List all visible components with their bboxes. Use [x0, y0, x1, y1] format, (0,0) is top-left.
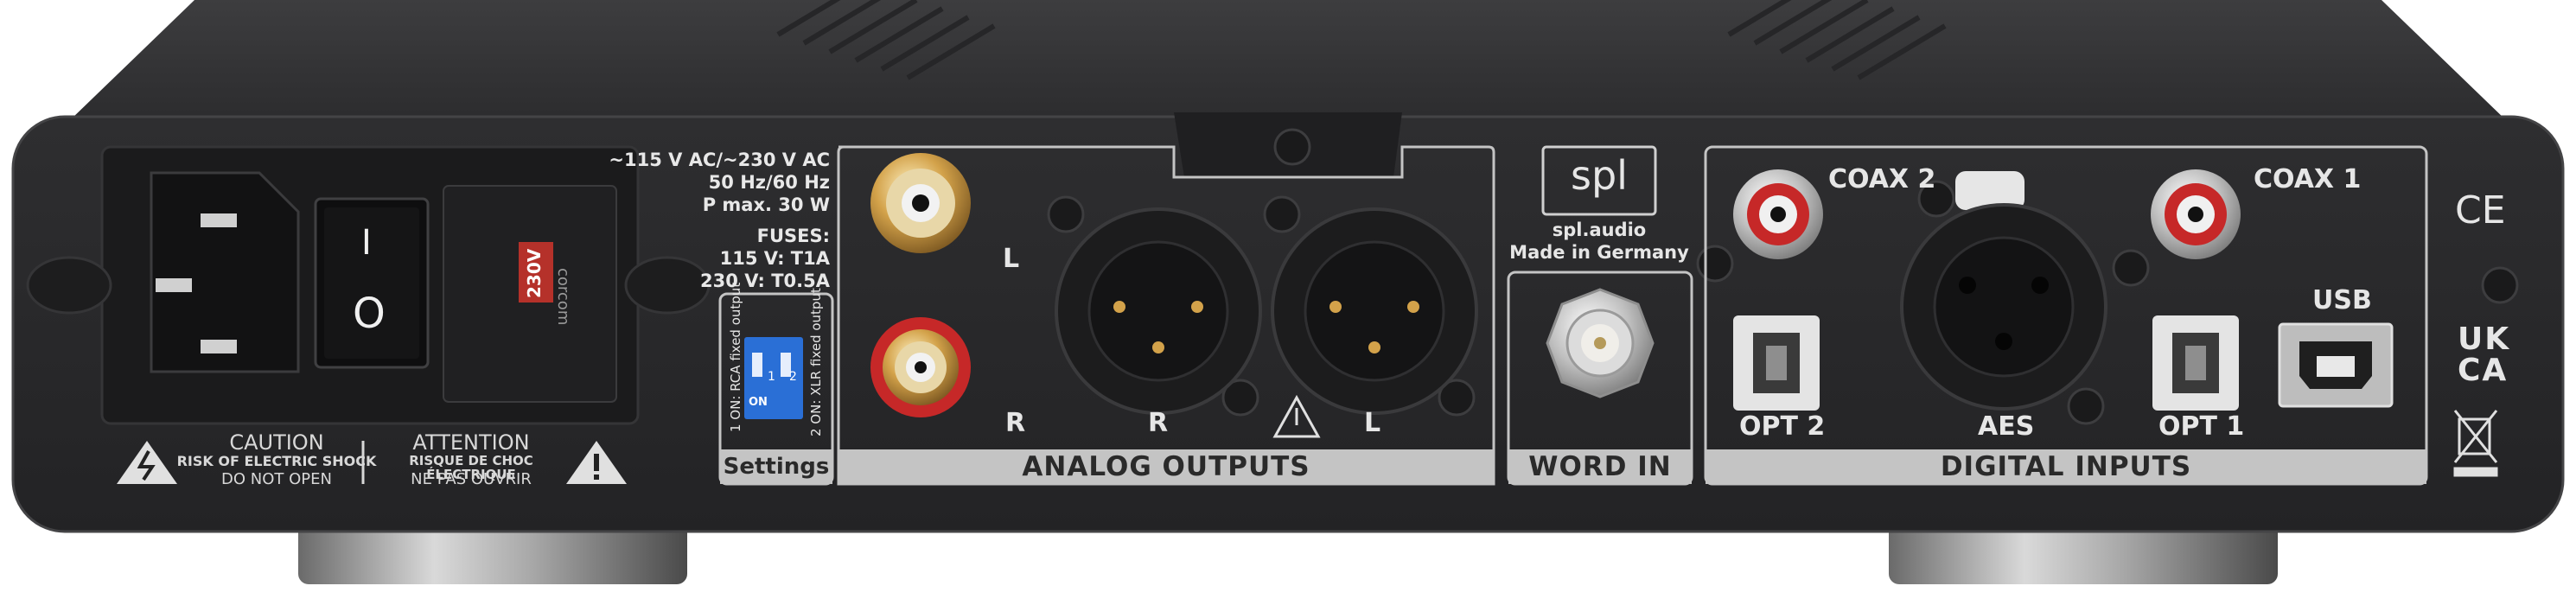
- caution-title: CAUTION: [229, 430, 324, 455]
- dip-label-1: 1: [768, 370, 775, 384]
- ukca-mark-bottom: CA: [2458, 353, 2509, 388]
- settings-side-text-2: 2 ON: XLR fixed output: [808, 288, 824, 436]
- voltage-badge: 230V: [524, 248, 545, 298]
- opt2-label: OPT 2: [1739, 411, 1826, 442]
- chassis-top: [69, 0, 2507, 121]
- attention-line2: NE PAS OUVRIR: [411, 470, 532, 488]
- device-rear-panel: [11, 0, 2565, 584]
- ce-mark: CE: [2455, 188, 2506, 232]
- xlr-l-label: L: [1364, 408, 1381, 438]
- made-in-germany: Made in Germany: [1509, 242, 1689, 263]
- aes-label: AES: [1978, 411, 2035, 442]
- spec-voltage: ~115 V AC/~230 V AC: [609, 150, 830, 170]
- xlr-r-label: R: [1148, 408, 1169, 438]
- digital-inputs-label: DIGITAL INPUTS: [1940, 451, 2192, 482]
- spl-logo: spl: [1571, 152, 1628, 199]
- fuse-holder-brand: corcom: [554, 268, 572, 326]
- ukca-mark-top: UK: [2458, 322, 2511, 357]
- spec-power: P max. 30 W: [702, 194, 830, 215]
- spec-fuse-115: 115 V: T1A: [719, 248, 830, 269]
- coax2-label: COAX 2: [1828, 164, 1936, 194]
- attention-title: ATTENTION: [412, 430, 530, 455]
- rca-l-label: L: [1003, 244, 1020, 274]
- usb-label: USB: [2312, 285, 2372, 315]
- analog-outputs-label: ANALOG OUTPUTS: [1022, 451, 1310, 482]
- word-in-label: WORD IN: [1528, 451, 1672, 482]
- settings-label: Settings: [723, 454, 830, 480]
- dip-on-label: ON: [749, 396, 768, 409]
- brand-url: spl.audio: [1552, 220, 1647, 240]
- coax1-label: COAX 1: [2254, 164, 2362, 194]
- switch-on-symbol: I: [361, 223, 372, 263]
- opt1-label: OPT 1: [2158, 411, 2245, 442]
- switch-off-symbol: O: [353, 290, 386, 338]
- spec-frequency: 50 Hz/60 Hz: [708, 172, 830, 193]
- caution-line2: DO NOT OPEN: [221, 470, 332, 488]
- settings-side-text-1: 1 ON: RCA fixed output: [728, 282, 743, 432]
- dip-label-2: 2: [789, 370, 797, 384]
- spec-fuses-title: FUSES:: [756, 226, 830, 246]
- caution-line1: RISK OF ELECTRIC SHOCK: [176, 453, 377, 469]
- rca-r-label: R: [1005, 408, 1026, 438]
